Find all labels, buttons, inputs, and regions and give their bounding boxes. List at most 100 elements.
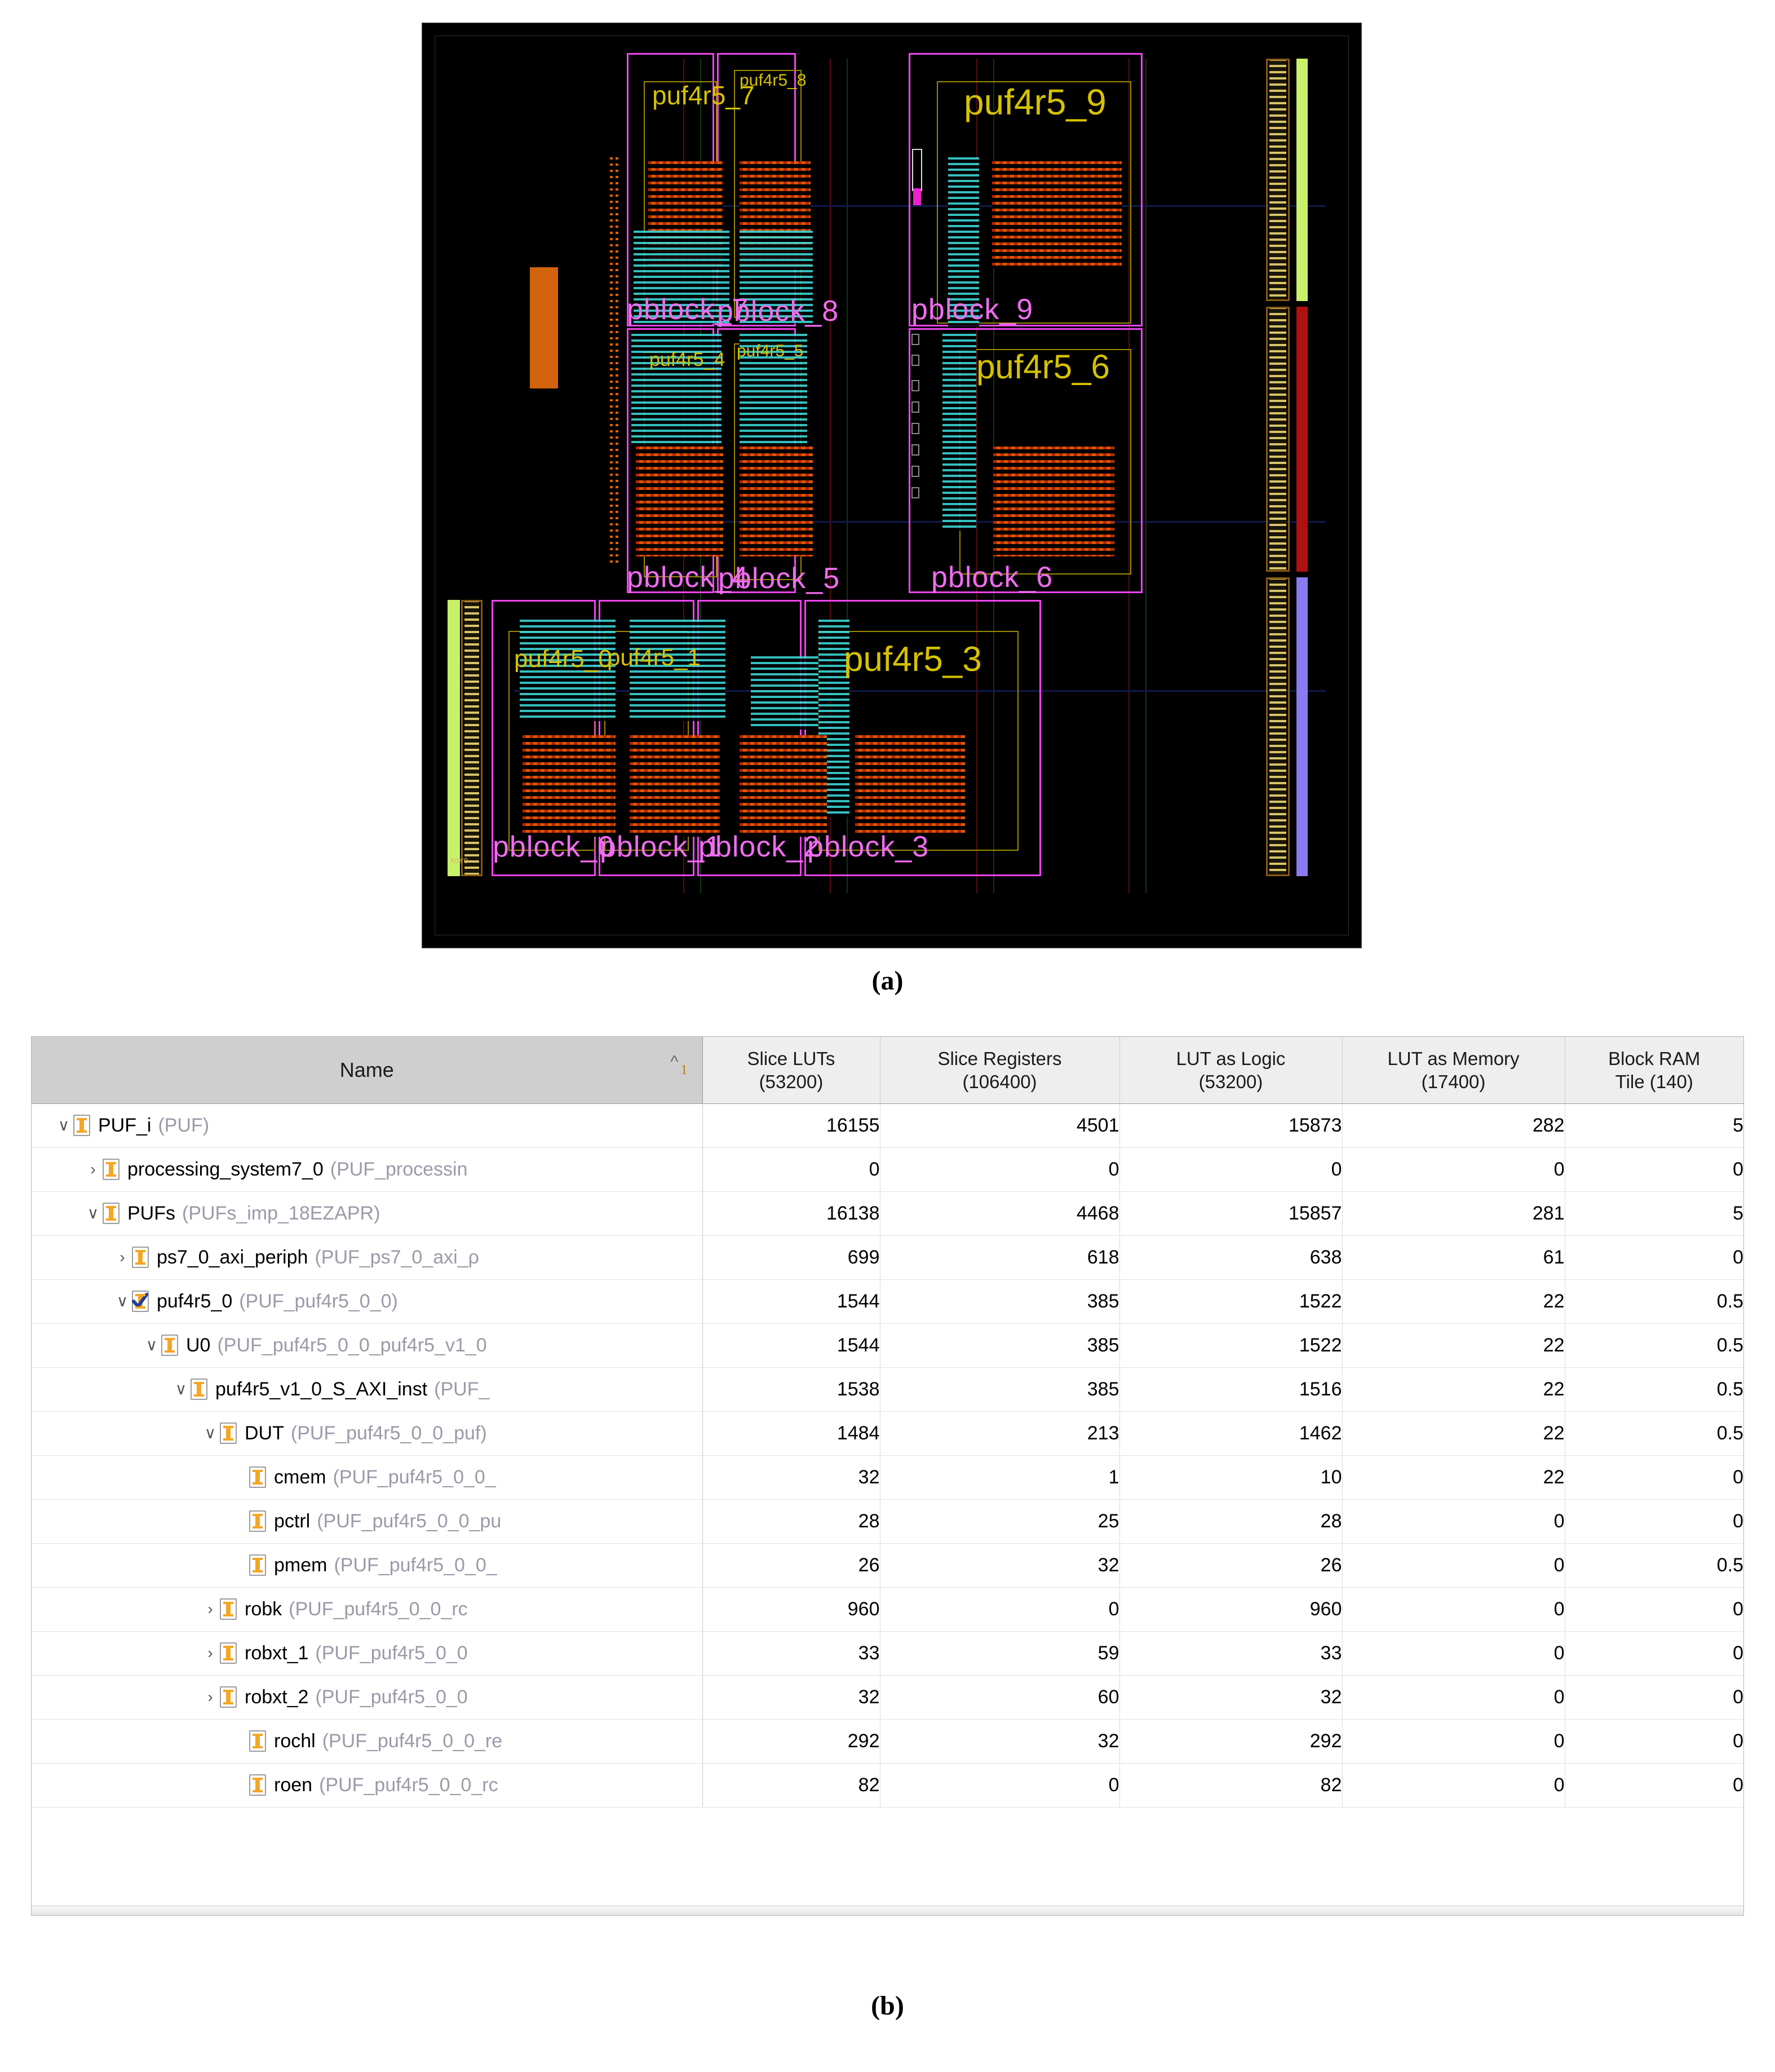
- cell-block-ram: 0.5: [1565, 1543, 1743, 1587]
- module-type: (PUF_puf4r5_0_0_pu: [317, 1510, 501, 1532]
- column-header-lut-as-memory[interactable]: LUT as Memory (17400): [1342, 1037, 1565, 1103]
- cell-name[interactable]: ∨PUFs(PUFs_imp_18EZAPR): [32, 1191, 702, 1235]
- sort-ascending-caret-icon: ^: [670, 1054, 678, 1071]
- cell-lut-as-memory: 22: [1342, 1411, 1565, 1455]
- table-row[interactable]: ∨PUFs(PUFs_imp_18EZAPR)16138446815857281…: [32, 1191, 1743, 1235]
- column-header-slice-luts[interactable]: Slice LUTs (53200): [702, 1037, 880, 1103]
- cell-name[interactable]: pmem(PUF_puf4r5_0_0_: [32, 1543, 702, 1587]
- instance-label-puf4r5_0: puf4r5_0: [514, 645, 612, 673]
- cell-name[interactable]: ∨DUT(PUF_puf4r5_0_0_puf): [32, 1411, 702, 1455]
- instance-label-puf4r5_8: puf4r5_8: [740, 71, 806, 90]
- table-row[interactable]: rochl(PUF_puf4r5_0_0_rе2923229200: [32, 1719, 1743, 1763]
- module-icon: [220, 1598, 237, 1620]
- cell-lut-as-logic: 638: [1119, 1235, 1342, 1279]
- cell-slice-luts: 32: [702, 1455, 880, 1499]
- cell-name[interactable]: cmem(PUF_puf4r5_0_0_: [32, 1455, 702, 1499]
- chevron-right-icon[interactable]: ›: [201, 1645, 220, 1661]
- cell-block-ram: 0: [1565, 1631, 1743, 1675]
- cell-name[interactable]: ›robk(PUF_puf4r5_0_0_rc: [32, 1587, 702, 1631]
- pblock-label-0: pblock_0: [493, 830, 614, 864]
- module-type: (PUF_: [434, 1379, 489, 1401]
- cell-slice-luts: 1544: [702, 1279, 880, 1323]
- cell-block-ram: 0: [1565, 1499, 1743, 1543]
- chevron-right-icon[interactable]: ›: [113, 1249, 132, 1265]
- cell-name[interactable]: pctrl(PUF_puf4r5_0_0_pu: [32, 1499, 702, 1543]
- table-row[interactable]: ›robxt_2(PUF_puf4r5_0_032603200: [32, 1675, 1743, 1719]
- cell-name[interactable]: ∨PUF_i(PUF): [32, 1103, 702, 1147]
- chevron-down-icon[interactable]: ∨: [171, 1381, 191, 1397]
- column-header-lut-as-memory-sub: (17400): [1343, 1070, 1565, 1093]
- module-icon: [73, 1115, 90, 1136]
- table-row[interactable]: pctrl(PUF_puf4r5_0_0_pu28252800: [32, 1499, 1743, 1543]
- table-row[interactable]: ∨U0(PUF_puf4r5_0_0_puf4r5_v1_01544385152…: [32, 1323, 1743, 1367]
- cell-slice-luts: 82: [702, 1763, 880, 1807]
- cell-name[interactable]: rochl(PUF_puf4r5_0_0_rе: [32, 1719, 702, 1763]
- table-row[interactable]: ∨PUF_i(PUF)161554501158732825: [32, 1103, 1743, 1147]
- module-icon: [132, 1247, 149, 1268]
- table-row[interactable]: ∨puf4r5_v1_0_S_AXI_inst(PUF_153838515162…: [32, 1367, 1743, 1411]
- cell-block-ram: 0: [1565, 1235, 1743, 1279]
- chevron-down-icon[interactable]: ∨: [113, 1293, 132, 1309]
- chevron-down-icon[interactable]: ∨: [201, 1425, 220, 1441]
- cell-lut-as-memory: 22: [1342, 1279, 1565, 1323]
- module-icon: [249, 1510, 266, 1532]
- table-row[interactable]: ∨DUT(PUF_puf4r5_0_0_puf)14842131462220.5: [32, 1411, 1743, 1455]
- module-type: (PUF_puf4r5_0_0: [315, 1686, 467, 1708]
- cell-name[interactable]: ›processing_system7_0(PUF_processin: [32, 1147, 702, 1191]
- table-row[interactable]: ›processing_system7_0(PUF_processin00000: [32, 1147, 1743, 1191]
- table-row[interactable]: pmem(PUF_puf4r5_0_0_26322600.5: [32, 1543, 1743, 1587]
- column-header-block-ram[interactable]: Block RAM Tile (140): [1565, 1037, 1743, 1103]
- chevron-down-icon[interactable]: ∨: [83, 1205, 103, 1221]
- horizontal-scrollbar[interactable]: [32, 1906, 1743, 1915]
- cell-lut-as-memory: 0: [1342, 1763, 1565, 1807]
- cell-lut-as-memory: 22: [1342, 1323, 1565, 1367]
- cell-slice-luts: 16155: [702, 1103, 880, 1147]
- column-header-lut-as-logic[interactable]: LUT as Logic (53200): [1119, 1037, 1342, 1103]
- cell-slice-luts: 33: [702, 1631, 880, 1675]
- cell-lut-as-memory: 281: [1342, 1191, 1565, 1235]
- table-row[interactable]: roen(PUF_puf4r5_0_0_rc8208200: [32, 1763, 1743, 1807]
- device-origin-label: X0Y0: [450, 856, 468, 865]
- instance-name: cmem: [274, 1466, 326, 1488]
- cell-name[interactable]: ∨puf4r5_0(PUF_puf4r5_0_0): [32, 1279, 702, 1323]
- chevron-down-icon[interactable]: ∨: [142, 1337, 161, 1353]
- cell-name[interactable]: ∨U0(PUF_puf4r5_0_0_puf4r5_v1_0: [32, 1323, 702, 1367]
- table-row[interactable]: ›ps7_0_axi_periph(PUF_ps7_0_axi_ρ6996186…: [32, 1235, 1743, 1279]
- pblock-label-6: pblock_6: [931, 560, 1053, 594]
- sort-indicator[interactable]: ^ 1: [670, 1054, 687, 1078]
- table-row[interactable]: cmem(PUF_puf4r5_0_0_32110220: [32, 1455, 1743, 1499]
- cell-lut-as-logic: 960: [1119, 1587, 1342, 1631]
- chevron-right-icon[interactable]: ›: [83, 1161, 103, 1177]
- chevron-right-icon[interactable]: ›: [201, 1601, 220, 1617]
- cell-name[interactable]: ∨puf4r5_v1_0_S_AXI_inst(PUF_: [32, 1367, 702, 1411]
- column-header-block-ram-sub: Tile (140): [1565, 1070, 1744, 1093]
- module-icon: [220, 1422, 237, 1444]
- chevron-down-icon[interactable]: ∨: [54, 1117, 73, 1133]
- cell-lut-as-memory: 0: [1342, 1719, 1565, 1763]
- cell-name[interactable]: ›ps7_0_axi_periph(PUF_ps7_0_axi_ρ: [32, 1235, 702, 1279]
- cell-lut-as-memory: 61: [1342, 1235, 1565, 1279]
- utilization-table-panel: Name ^ 1 Slice LUTs (53200) Slice Regist…: [31, 1036, 1744, 1916]
- cell-slice-registers: 0: [880, 1763, 1119, 1807]
- table-row[interactable]: ∨puf4r5_0(PUF_puf4r5_0_0)15443851522220.…: [32, 1279, 1743, 1323]
- table-row[interactable]: ›robk(PUF_puf4r5_0_0_rc960096000: [32, 1587, 1743, 1631]
- cell-block-ram: 0.5: [1565, 1323, 1743, 1367]
- instance-name: roen: [274, 1774, 312, 1796]
- cell-name[interactable]: ›robxt_1(PUF_puf4r5_0_0: [32, 1631, 702, 1675]
- instance-name: ps7_0_axi_periph: [157, 1247, 308, 1269]
- cell-name[interactable]: ›robxt_2(PUF_puf4r5_0_0: [32, 1675, 702, 1719]
- column-header-name[interactable]: Name ^ 1: [32, 1037, 702, 1103]
- column-header-slice-registers[interactable]: Slice Registers (106400): [880, 1037, 1119, 1103]
- column-header-lut-as-logic-sub: (53200): [1120, 1070, 1342, 1093]
- cell-block-ram: 0: [1565, 1719, 1743, 1763]
- cell-slice-registers: 1: [880, 1455, 1119, 1499]
- cell-name[interactable]: roen(PUF_puf4r5_0_0_rc: [32, 1763, 702, 1807]
- io-bank-blue-right: [1296, 577, 1308, 876]
- cell-slice-luts: 28: [702, 1499, 880, 1543]
- cell-slice-registers: 213: [880, 1411, 1119, 1455]
- table-row[interactable]: ›robxt_1(PUF_puf4r5_0_033593300: [32, 1631, 1743, 1675]
- chevron-right-icon[interactable]: ›: [201, 1689, 220, 1705]
- selected-site: [913, 188, 921, 205]
- hierarchy-utilization-table: Name ^ 1 Slice LUTs (53200) Slice Regist…: [32, 1037, 1743, 1808]
- cell-lut-as-memory: 0: [1342, 1147, 1565, 1191]
